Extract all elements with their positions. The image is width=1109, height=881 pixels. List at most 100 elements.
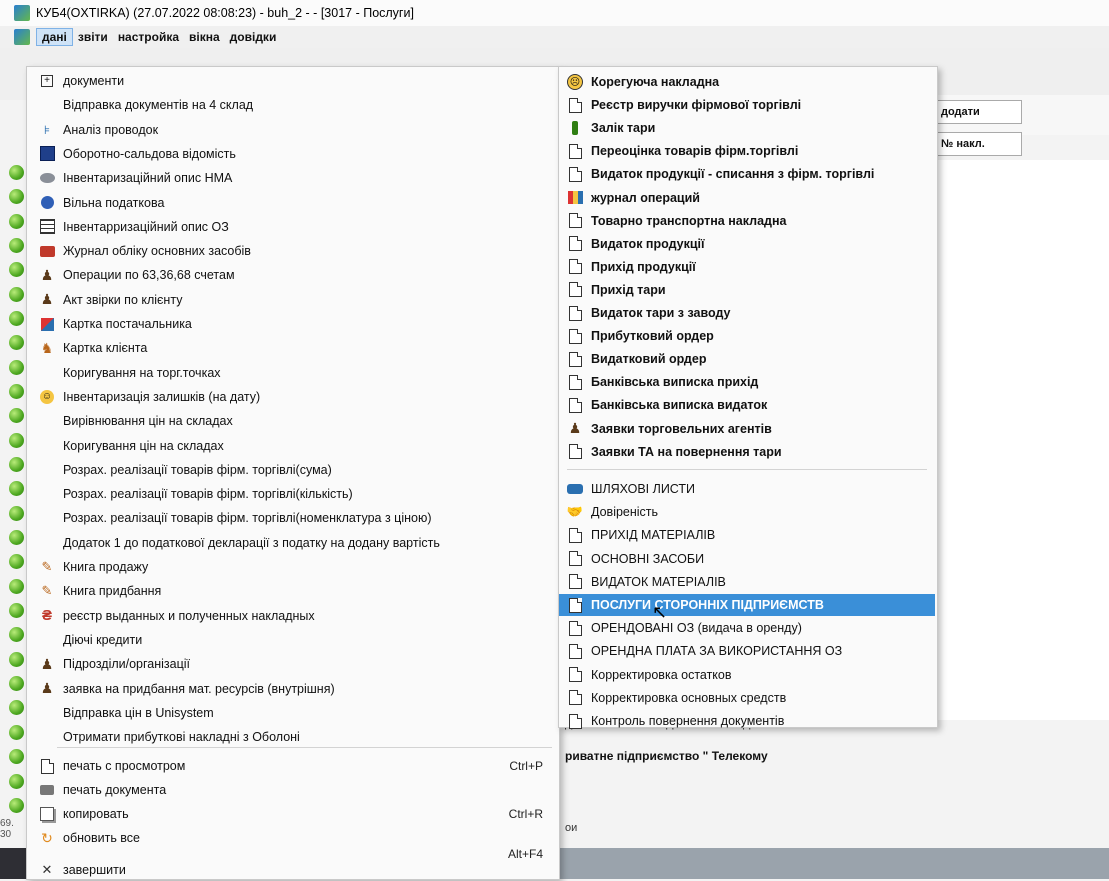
- menu-item[interactable]: + документи: [27, 70, 557, 92]
- submenu-item-label: Банківська виписка прихід: [591, 375, 759, 390]
- grid-icon: [39, 219, 55, 235]
- menu-item[interactable]: ✕ завершити: [27, 859, 557, 881]
- submenu-item[interactable]: Заявки ТА на повернення тари: [559, 441, 935, 463]
- row-status-indicator-icon: [9, 554, 24, 569]
- menu-nastroyka[interactable]: настройка: [113, 29, 184, 45]
- menu-item[interactable]: Розрах. реалізації товарів фірм. торгівл…: [27, 507, 557, 529]
- menu-item-label: Картка клієнта: [63, 341, 148, 356]
- submenu-item[interactable]: ОРЕНДНА ПЛАТА ЗА ВИКОРИСТАННЯ ОЗ: [559, 640, 935, 662]
- doc-icon: [567, 282, 583, 298]
- submenu-item[interactable]: журнал операций: [559, 187, 935, 209]
- menu-item[interactable]: Додаток 1 до податкової декларації з под…: [27, 532, 557, 554]
- menu-item[interactable]: Інвентаризаційний опис НМА: [27, 167, 557, 189]
- submenu-item-label: ПРИХІД МАТЕРІАЛІВ: [591, 528, 716, 543]
- menu-item-label: Підрозділи/організації: [63, 657, 191, 672]
- submenu-item[interactable]: 🤝 Довіреність: [559, 501, 935, 523]
- submenu-item[interactable]: Банківська виписка видаток: [559, 394, 935, 416]
- menu-vikna[interactable]: вікна: [184, 29, 225, 45]
- menu-item[interactable]: ₴ реєстр выданных и полученных накладных: [27, 605, 557, 627]
- submenu-item-label: Банківська виписка видаток: [591, 398, 768, 413]
- submenu-item[interactable]: Корректировка остатков: [559, 664, 935, 686]
- menu-item[interactable]: Розрах. реалізації товарів фірм. торгівл…: [27, 459, 557, 481]
- menu-item[interactable]: копировать Ctrl+R: [27, 803, 557, 825]
- menu-item[interactable]: Відправка документів на 4 склад: [27, 94, 557, 116]
- menu-item[interactable]: Інвентарризаційний опис ОЗ: [27, 216, 557, 238]
- grid-row[interactable]: риватне підприємство " Телекому: [565, 745, 1109, 767]
- submenu-item[interactable]: ВИДАТОК МАТЕРІАЛІВ: [559, 571, 935, 593]
- submenu-item[interactable]: Корректировка основных средств: [559, 687, 935, 709]
- menu-item[interactable]: ♟ Операции по 63,36,68 счетам: [27, 264, 557, 286]
- submenu-item[interactable]: Прихід тари: [559, 279, 935, 301]
- menu-item[interactable]: ♞ Картка клієнта: [27, 337, 557, 359]
- submenu-item[interactable]: ☹ Корегуюча накладна: [559, 71, 935, 93]
- menu-dovidky[interactable]: довідки: [225, 29, 282, 45]
- submenu-item[interactable]: Видаток продукції: [559, 233, 935, 255]
- submenu-item[interactable]: Товарно транспортна накладна: [559, 210, 935, 232]
- submenu-item-selected[interactable]: ПОСЛУГИ СТОРОННІХ ПІДПРИЄМСТВ: [559, 594, 935, 616]
- add-column-header[interactable]: додати: [936, 100, 1022, 124]
- submenu-item[interactable]: ОСНОВНІ ЗАСОБИ: [559, 548, 935, 570]
- menu-item[interactable]: ✎ Книга продажу: [27, 556, 557, 578]
- row-status-indicator-icon: [9, 262, 24, 277]
- menu-item[interactable]: ✎ Книга придбання: [27, 580, 557, 602]
- submenu-item[interactable]: Прихід продукції: [559, 256, 935, 278]
- book-icon: [39, 243, 55, 259]
- menu-item[interactable]: ⊧ Аналіз проводок: [27, 119, 557, 141]
- menu-zvity[interactable]: звіти: [73, 29, 113, 45]
- submenu-item[interactable]: Реєстр виручки фірмової торгівлі: [559, 94, 935, 116]
- submenu-item[interactable]: Видаток тари з заводу: [559, 302, 935, 324]
- row-status-indicator-icon: [9, 530, 24, 545]
- menu-item[interactable]: Отримати прибуткові накладні з Оболоні: [27, 726, 557, 748]
- row-status-indicator-icon: [9, 725, 24, 740]
- menu-dani[interactable]: дані: [36, 28, 73, 46]
- submenu-item[interactable]: Видатковий ордер: [559, 348, 935, 370]
- menu-item[interactable]: Вирівнювання цін на складах: [27, 410, 557, 432]
- submenu-item[interactable]: ♟ Заявки торговельних агентів: [559, 418, 935, 440]
- menu-shortcut: Ctrl+R: [508, 807, 543, 821]
- menu-item[interactable]: ♟ заявка на придбання мат. ресурсів (внут…: [27, 678, 557, 700]
- menu-item[interactable]: ☺ Інвентаризація залишків (на дату): [27, 386, 557, 408]
- documents-submenu: ☹ Корегуюча накладна Реєстр виручки фірмов…: [558, 66, 938, 729]
- menu-item[interactable]: печать документа: [27, 779, 557, 801]
- menu-item[interactable]: ♟ Підрозділи/організації: [27, 653, 557, 675]
- menu-item-label: завершити: [63, 863, 126, 877]
- submenu-item-label: Видатковий ордер: [591, 352, 707, 367]
- app-menu-icon[interactable]: [14, 29, 30, 45]
- menu-item-label: Вільна податкова: [63, 195, 165, 210]
- menu-item[interactable]: Діючі кредити: [27, 629, 557, 651]
- doc-icon: [567, 213, 583, 229]
- submenu-item[interactable]: ПРИХІД МАТЕРІАЛІВ: [559, 524, 935, 546]
- menu-item[interactable]: Оборотно-сальдова відомість: [27, 143, 557, 165]
- submenu-item-label: Переоцінка товарів фірм.торгівлі: [591, 144, 799, 159]
- menu-item-label: Інвентарризаційний опис ОЗ: [63, 219, 229, 234]
- submenu-item-label: Прихід тари: [591, 282, 666, 297]
- submenu-item[interactable]: ОРЕНДОВАНІ ОЗ (видача в оренду): [559, 617, 935, 639]
- row-status-indicator-icon: [9, 457, 24, 472]
- doc-icon: [567, 143, 583, 159]
- menu-item-label: печать документа: [63, 783, 167, 797]
- doc-icon: [567, 166, 583, 182]
- menu-item[interactable]: Картка постачальника: [27, 313, 557, 335]
- row-status-indicator-icon: [9, 384, 24, 399]
- menu-item[interactable]: Відправка цін в Unisystem: [27, 702, 557, 724]
- row-status-indicator-icon: [9, 700, 24, 715]
- row-status-indicator-icon: [9, 676, 24, 691]
- books-icon: [567, 190, 583, 206]
- submenu-item[interactable]: Переоцінка товарів фірм.торгівлі: [559, 140, 935, 162]
- menu-item[interactable]: печать с просмотром Ctrl+P: [27, 755, 557, 777]
- submenu-item[interactable]: Прибутковий ордер: [559, 325, 935, 347]
- submenu-item[interactable]: Банківська виписка прихід: [559, 371, 935, 393]
- menu-item[interactable]: ♟ Акт звірки по клієнту: [27, 289, 557, 311]
- submenu-item[interactable]: Залік тари: [559, 117, 935, 139]
- submenu-item[interactable]: Видаток продукції - списання з фірм. тор…: [559, 163, 935, 185]
- menu-item[interactable]: Журнал обліку основних засобів: [27, 240, 557, 262]
- invoice-number-column-header[interactable]: № накл.: [936, 132, 1022, 156]
- submenu-item-label: ОРЕНДОВАНІ ОЗ (видача в оренду): [591, 621, 802, 636]
- menu-item[interactable]: Розрах. реалізації товарів фірм. торгівл…: [27, 483, 557, 505]
- menu-item[interactable]: Коригування на торг.точках: [27, 362, 557, 384]
- submenu-item[interactable]: Контроль повернення документів: [559, 710, 935, 732]
- menu-item[interactable]: Вільна податкова: [27, 192, 557, 214]
- menu-item[interactable]: Коригування цін на складах: [27, 435, 557, 457]
- row-status-indicator-icon: [9, 433, 24, 448]
- submenu-item[interactable]: ШЛЯХОВІ ЛИСТИ: [559, 478, 935, 500]
